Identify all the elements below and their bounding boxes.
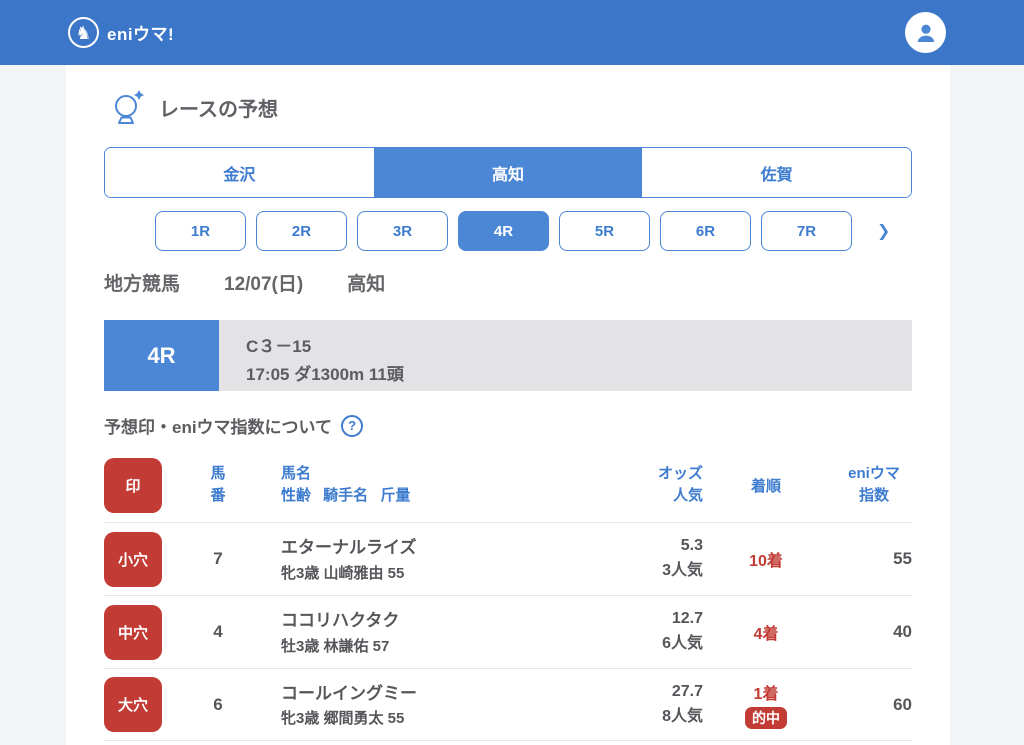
person-icon: [917, 24, 934, 42]
race-tab-4R[interactable]: 4R: [458, 211, 549, 251]
horse-detail: 牡3歳 林謙佑 57: [281, 637, 390, 655]
user-avatar-button[interactable]: [905, 12, 946, 53]
horse-number-cell: 6: [213, 694, 223, 714]
header-horse-number-line1: 馬: [210, 465, 226, 483]
header-horse-name: 馬名 性齢 騎手名 斤量: [254, 463, 600, 507]
mark-cell: 小穴: [104, 531, 182, 587]
odds-value: 27.7: [671, 682, 703, 700]
finish-position: 10着: [749, 553, 783, 570]
horse-name: エターナルライズ: [281, 538, 417, 558]
horse-name: コールイングミー: [281, 683, 417, 703]
odds-cell: 12.7 6人気: [600, 607, 710, 657]
eniuma-index-cell: 40: [893, 622, 912, 641]
horse-name-cell: コールイングミー 牝3歳 郷間勇太 55: [254, 681, 600, 728]
horse-logo-icon: ♞: [68, 17, 99, 48]
app-logo[interactable]: ♞ eniウマ!: [68, 17, 174, 48]
odds-cell: 27.7 8人気: [600, 680, 710, 730]
venue-tab-kochi[interactable]: 高知: [373, 148, 643, 197]
popularity-value: 8人気: [662, 707, 703, 725]
next-races-button[interactable]: ❯: [877, 221, 890, 241]
odds-value: 12.7: [671, 610, 703, 628]
header-odds-line1: オッズ: [657, 465, 703, 483]
page-title-row: レースの予想: [104, 89, 912, 125]
header-odds-line2: 人気: [672, 487, 703, 504]
content-card: レースの予想 金沢 高知 佐賀 1R 2R 3R 4R 5R 6R 7R ❯ 地方競馬 12/…: [66, 65, 950, 745]
race-meta-row: 地方競馬 12/07(日) 高知: [104, 269, 912, 296]
chevron-right-icon: ❯: [877, 223, 891, 240]
race-class-label: C３－15: [246, 337, 312, 356]
prediction-table-row: 小穴 7 エターナルライズ 牝3歳 山崎雅由 55 5.3 3人気 10着 55: [104, 522, 912, 595]
race-tab-5R[interactable]: 5R: [559, 211, 650, 251]
app-header: ♞ eniウマ!: [0, 0, 1024, 65]
prediction-mark-badge: 小穴: [104, 531, 162, 587]
horse-name: ココリハクタク: [281, 611, 400, 631]
prediction-table-row: 大穴 6 コールイングミー 牝3歳 郷間勇太 55 27.7 8人気 1着 的中…: [104, 668, 912, 741]
horse-name-cell: エターナルライズ 牝3歳 山崎雅由 55: [254, 535, 600, 582]
header-horse-number-line2: 番: [210, 487, 226, 504]
race-description: C３－15 17:05 ダ1300m 11頭: [219, 320, 912, 391]
race-tabs: 1R 2R 3R 4R 5R 6R 7R ❯: [104, 211, 912, 251]
eniuma-index-cell: 55: [893, 549, 912, 568]
race-venue-label: 高知: [347, 274, 386, 295]
app-logo-text: eniウマ!: [107, 25, 175, 44]
race-tab-6R[interactable]: 6R: [660, 211, 751, 251]
result-cell: 4着: [710, 620, 822, 644]
mark-cell: 中穴: [104, 604, 182, 660]
header-eniuma-index: eniウマ 指数: [822, 463, 912, 507]
race-tab-7R[interactable]: 7R: [761, 211, 852, 251]
horse-name-cell: ココリハクタク 牡3歳 林謙佑 57: [254, 608, 600, 655]
header-eniuma-index-line2: 指数: [858, 487, 889, 504]
prediction-mark-badge: 大穴: [104, 677, 162, 732]
popularity-value: 6人気: [662, 635, 703, 652]
prediction-table-row: 中穴 4 ココリハクタク 牡3歳 林謙佑 57 12.7 6人気 4着 40: [104, 595, 912, 668]
race-date-label: 12/07(日): [224, 274, 304, 295]
mark-cell: 大穴: [104, 677, 182, 732]
venue-tab-saga[interactable]: 佐賀: [642, 148, 911, 197]
header-eniuma-index-line1: eniウマ: [848, 465, 900, 483]
horse-detail: 牝3歳 郷間勇太 55: [281, 710, 405, 728]
race-tab-3R[interactable]: 3R: [357, 211, 448, 251]
horse-detail: 牝3歳 山崎雅由 55: [281, 564, 405, 582]
prediction-info-row: 予想印・eniウマ指数について ?: [104, 413, 912, 438]
crystal-ball-icon: [115, 90, 144, 124]
header-odds: オッズ 人気: [600, 463, 710, 507]
venue-tabs: 金沢 高知 佐賀: [104, 147, 912, 198]
race-category-label: 地方競馬: [104, 274, 181, 295]
prediction-table: 印 馬 番 馬名 性齢 騎手名 斤量 オッズ 人気 着順 eniウマ 指数 小穴…: [104, 448, 912, 741]
result-cell: 10着: [710, 547, 822, 571]
race-details-label: 17:05 ダ1300m 11頭: [246, 365, 404, 384]
header-mark: 印: [104, 457, 182, 513]
race-banner: 4R C３－15 17:05 ダ1300m 11頭: [104, 320, 912, 391]
finish-position: 4着: [753, 626, 779, 643]
popularity-value: 3人気: [662, 562, 703, 579]
help-icon[interactable]: ?: [341, 414, 364, 437]
odds-cell: 5.3 3人気: [600, 534, 710, 584]
page-title: レースの予想: [159, 98, 278, 121]
eniuma-index-cell: 60: [893, 694, 912, 714]
header-horse-name-line1: 馬名: [281, 465, 312, 483]
prediction-mark-badge: 中穴: [104, 604, 162, 660]
header-horse-number: 馬 番: [182, 463, 254, 507]
prediction-table-body: 小穴 7 エターナルライズ 牝3歳 山崎雅由 55 5.3 3人気 10着 55…: [104, 522, 912, 741]
result-cell: 1着 的中: [710, 680, 822, 729]
horse-number-cell: 4: [213, 622, 223, 641]
horse-number-cell: 7: [213, 549, 223, 568]
odds-value: 5.3: [680, 537, 703, 555]
header-horse-name-line2: 性齢 騎手名 斤量: [281, 487, 411, 504]
hit-badge: 的中: [745, 707, 787, 729]
finish-position: 1着: [753, 686, 779, 703]
race-tab-2R[interactable]: 2R: [256, 211, 347, 251]
prediction-info-label: 予想印・eniウマ指数について: [104, 418, 333, 437]
venue-tab-kanazawa[interactable]: 金沢: [105, 148, 374, 197]
header-result: 着順: [750, 477, 781, 495]
race-number-badge: 4R: [104, 320, 219, 391]
mark-header-badge: 印: [104, 457, 162, 513]
prediction-table-header: 印 馬 番 馬名 性齢 騎手名 斤量 オッズ 人気 着順 eniウマ 指数: [104, 448, 912, 522]
race-tab-1R[interactable]: 1R: [155, 211, 246, 251]
